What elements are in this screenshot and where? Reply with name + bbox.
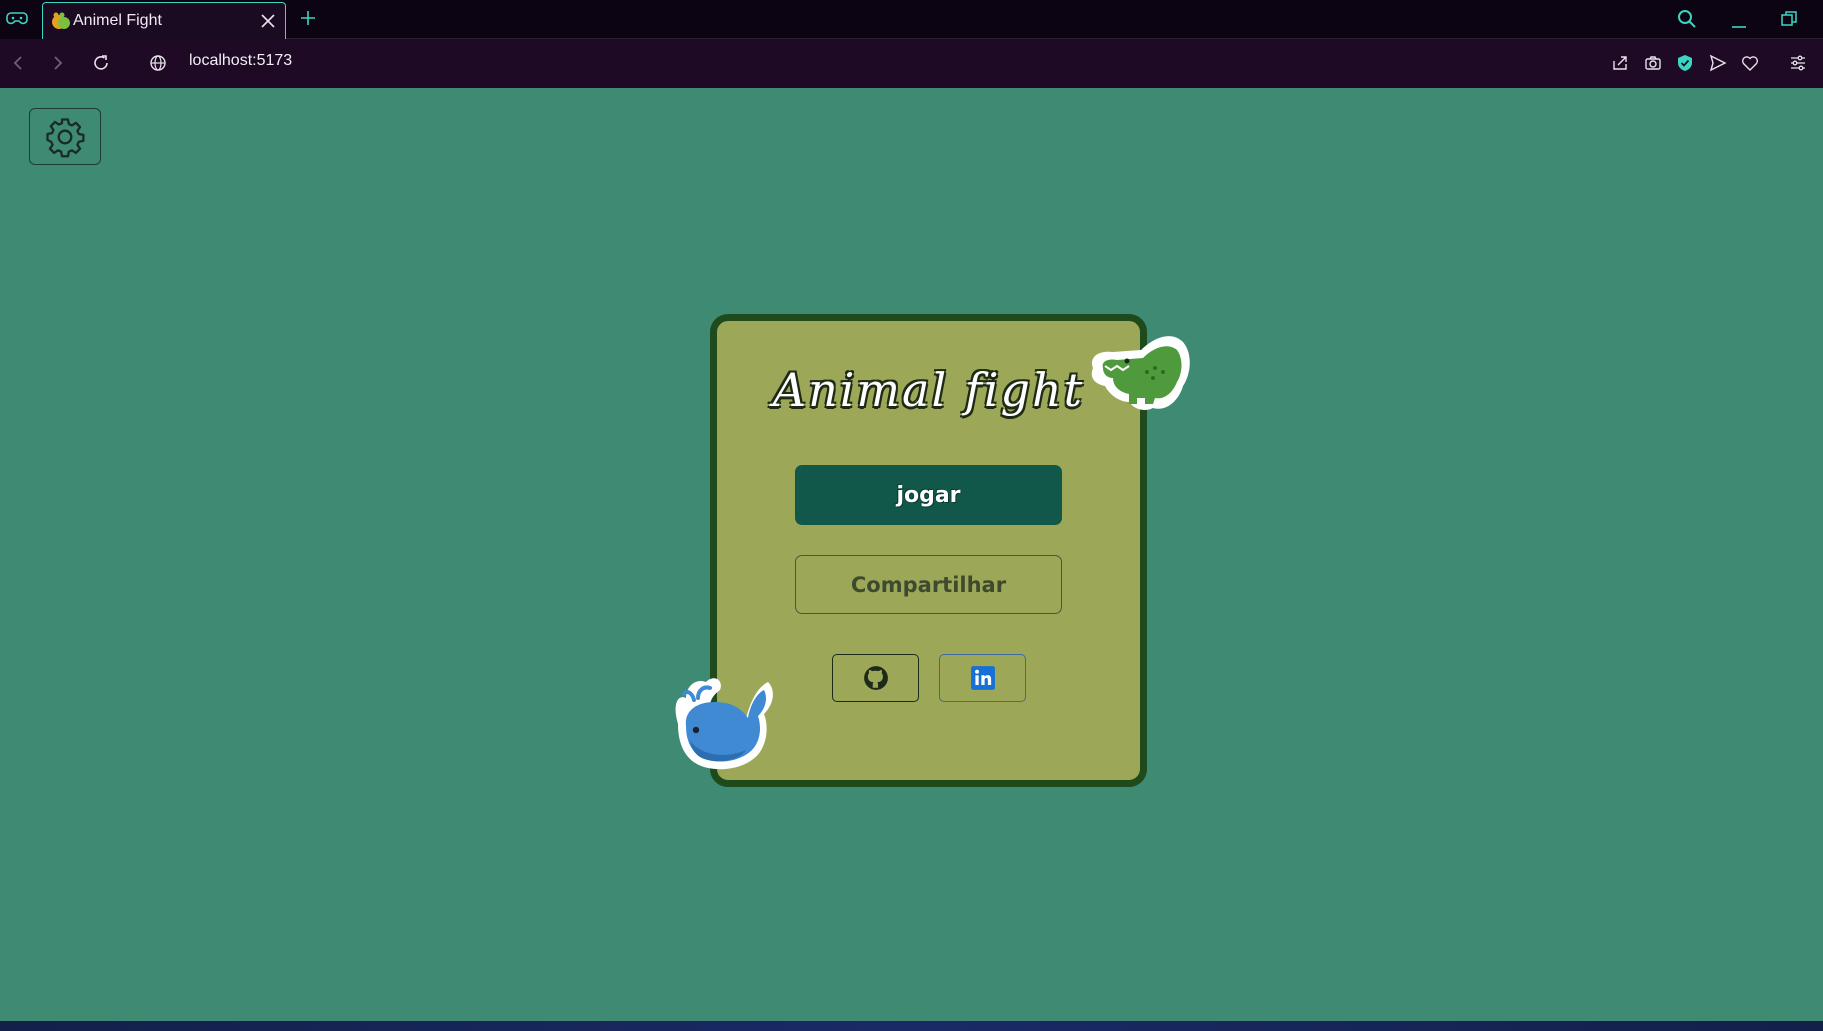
taskbar-strip: [0, 1021, 1823, 1031]
globe-icon: [146, 51, 170, 75]
shield-icon[interactable]: [1673, 51, 1697, 75]
address-toolbar: localhost:5173: [0, 39, 1823, 88]
camera-icon[interactable]: [1641, 51, 1665, 75]
close-icon[interactable]: [259, 12, 277, 30]
play-button[interactable]: jogar: [795, 465, 1062, 525]
tab-title: Animel Fight: [73, 12, 162, 29]
game-page: Animal fight jogar Compartilhar: [0, 88, 1823, 1021]
gamepad-icon[interactable]: [6, 9, 28, 29]
tab-animel-fight[interactable]: Animel Fight: [42, 2, 286, 39]
forward-icon[interactable]: [46, 51, 70, 75]
share-page-icon[interactable]: [1608, 51, 1632, 75]
heart-icon[interactable]: [1738, 51, 1762, 75]
game-title: Animal fight: [772, 363, 1085, 417]
linkedin-icon: [970, 666, 995, 690]
back-icon[interactable]: [6, 51, 30, 75]
restore-icon[interactable]: [1778, 8, 1800, 30]
github-icon: [863, 666, 888, 690]
favicon-icon: [52, 12, 70, 29]
new-tab-icon[interactable]: [298, 8, 318, 28]
gear-icon: [46, 117, 85, 157]
search-icon[interactable]: [1676, 8, 1698, 30]
crocodile-sticker: [1091, 336, 1190, 410]
settings-sliders-icon[interactable]: [1786, 51, 1810, 75]
address-bar[interactable]: localhost:5173: [189, 52, 292, 70]
whale-sticker: [675, 678, 773, 770]
tab-bar: Animel Fight: [0, 0, 1823, 39]
minimize-icon[interactable]: [1728, 10, 1750, 32]
share-button[interactable]: Compartilhar: [795, 555, 1062, 614]
linkedin-button[interactable]: [939, 654, 1026, 702]
reload-icon[interactable]: [89, 51, 113, 75]
send-icon[interactable]: [1706, 51, 1730, 75]
github-button[interactable]: [832, 654, 919, 702]
settings-button[interactable]: [29, 108, 101, 165]
